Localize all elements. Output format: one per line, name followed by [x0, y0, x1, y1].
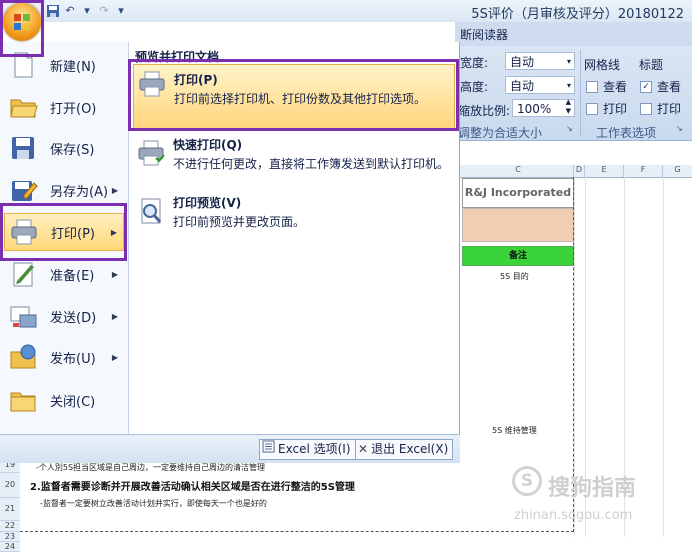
menu-item-label: 关闭(C) [50, 394, 96, 410]
undo-dropdown-icon[interactable]: ▾ [80, 4, 94, 18]
menu-item-label: 保存(S) [50, 142, 95, 158]
watermark-logo-icon: S [512, 466, 542, 496]
prepare-icon [8, 259, 38, 289]
row-header[interactable]: 20 [0, 473, 20, 498]
quick-access-toolbar: ↶ ▾ ↷ ▾ [46, 2, 128, 20]
options-icon [262, 440, 275, 459]
gridlines-print-checkbox[interactable] [586, 103, 598, 115]
submenu-arrow-icon: ▶ [111, 352, 118, 362]
print-preview-icon [136, 196, 166, 226]
watermark-url: zhinan.sogou.com [514, 508, 633, 523]
gridline [663, 177, 664, 537]
zoom-spinner[interactable]: 100% ▲ ▼ [512, 98, 575, 117]
window-title: 5S评价（月审核及评分）20180122 [471, 7, 684, 22]
quick-print-desc: 不进行任何更改，直接将工作簿发送到默认打印机。 [173, 157, 450, 171]
row-header[interactable]: 22 [0, 521, 20, 532]
open-folder-icon [8, 92, 38, 122]
column-header-d[interactable]: D [574, 165, 585, 177]
row20-text[interactable]: 2.监督者需要诊断并开展改善活动确认相关区域是否在进行整洁的5S管理 [30, 478, 355, 493]
tab-reader[interactable]: 断阅读器 [460, 26, 508, 43]
redo-icon[interactable]: ↷ [97, 4, 111, 18]
customize-qat-icon[interactable]: ▾ [114, 4, 128, 18]
height-combo[interactable]: 自动 ▾ [505, 76, 575, 94]
publish-icon [8, 342, 38, 372]
menu-item-label: 打开(O) [50, 101, 97, 117]
dialog-launcher-icon[interactable]: ↘ [676, 124, 683, 133]
close-folder-icon [8, 385, 38, 415]
watermark-brand: 搜狗指南 [548, 476, 637, 501]
menu-item-label: 发送(D) [50, 310, 97, 326]
headings-label: 标题 [639, 58, 664, 72]
undo-icon[interactable]: ↶ [63, 4, 77, 18]
exit-excel-button[interactable]: ✕ 退出 Excel(X) [355, 439, 454, 460]
gridlines-label: 网格线 [584, 58, 621, 72]
headings-print-checkbox[interactable] [640, 103, 652, 115]
exit-excel-label: 退出 Excel(X) [371, 442, 449, 456]
dialog-launcher-icon[interactable]: ↘ [566, 124, 573, 133]
row19-text[interactable]: -个人別5S担当区域是自己周边，一定要维持自己周边的清洁管理 [36, 462, 265, 473]
group-separator [580, 50, 581, 136]
width-value: 自动 [510, 55, 535, 69]
column-header-e[interactable]: E [585, 165, 624, 177]
row-header[interactable]: 24 [0, 542, 20, 552]
menu-item-label: 发布(U) [50, 351, 96, 367]
save-as-icon [8, 175, 38, 205]
height-label: 高度: [460, 80, 489, 94]
menu-item-close[interactable]: 关闭(C) [4, 381, 124, 419]
submenu-arrow-icon: ▶ [111, 311, 118, 321]
chevron-down-icon: ▾ [566, 57, 571, 66]
chevron-down-icon: ▾ [566, 81, 571, 90]
height-value: 自动 [510, 79, 535, 93]
close-icon: ✕ [358, 442, 369, 456]
print-item-highlight [0, 203, 127, 261]
submenu-print-preview[interactable]: 打印预览(V) 打印前预览并更改页面。 [133, 192, 455, 234]
submenu-arrow-icon: ▶ [111, 269, 118, 279]
menu-item-send[interactable]: 发送(D) ▶ [4, 297, 124, 335]
menu-item-publish[interactable]: 发布(U) ▶ [4, 338, 124, 376]
gridlines-view-checkbox[interactable] [586, 81, 598, 93]
width-label: 宽度: [460, 56, 489, 70]
row-header[interactable]: 23 [0, 532, 20, 542]
spin-arrows-icon[interactable]: ▲ ▼ [566, 98, 571, 116]
column-header-c[interactable]: C [463, 165, 574, 177]
column-header-g[interactable]: G [663, 165, 692, 177]
group-sheet-options-label: 工作表选项 [596, 126, 657, 140]
print-option-highlight [128, 59, 459, 131]
zoom-value: 100% [517, 102, 552, 116]
submenu-arrow-icon: ▶ [111, 185, 118, 195]
office-button-highlight [0, 0, 44, 57]
print-preview-desc: 打印前预览并更改页面。 [173, 215, 306, 229]
excel-options-label: Excel 选项(I) [278, 442, 351, 456]
headings-view-checkbox[interactable]: ✓ [640, 81, 652, 93]
save-disk-icon [8, 133, 38, 163]
gridlines-view-label: 查看 [603, 80, 628, 94]
headings-view-label: 查看 [657, 80, 682, 94]
headings-print-label: 打印 [657, 102, 682, 116]
send-icon [8, 301, 38, 331]
menu-item-label: 新建(N) [50, 59, 96, 75]
submenu-quick-print[interactable]: 快速打印(Q) 不进行任何更改，直接将工作簿发送到默认打印机。 [133, 134, 455, 190]
menu-item-label: 准备(E) [50, 268, 95, 284]
group-fit-label: 调整为合适大小 [458, 126, 543, 140]
gridlines-print-label: 打印 [603, 102, 628, 116]
zoom-label: 缩放比例: [458, 104, 511, 118]
row-header[interactable]: 21 [0, 498, 20, 521]
excel-options-button[interactable]: Excel 选项(I) [259, 439, 356, 460]
menu-item-label: 另存为(A) [50, 184, 109, 200]
width-combo[interactable]: 自动 ▾ [505, 52, 575, 70]
print-preview-title: 打印预览(V) [173, 196, 242, 210]
quick-print-title: 快速打印(Q) [173, 138, 243, 152]
menu-item-open[interactable]: 打开(O) [4, 88, 124, 126]
save-icon[interactable] [46, 4, 60, 18]
menu-item-save[interactable]: 保存(S) [4, 129, 124, 167]
column-header-f[interactable]: F [624, 165, 663, 177]
row21-text[interactable]: -监督者一定要树立改善活动计划并实行，即使每天一个也是好的 [40, 498, 267, 509]
quick-print-icon [136, 138, 166, 168]
